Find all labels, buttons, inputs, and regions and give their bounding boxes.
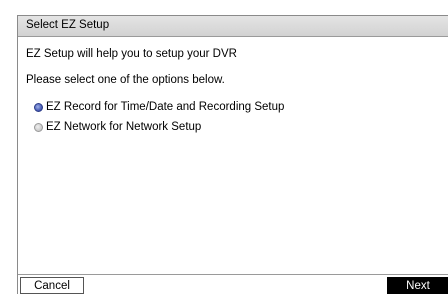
radio-selected-icon[interactable] [34, 102, 43, 112]
option-ez-network[interactable]: EZ Network for Network Setup [34, 120, 201, 134]
radio-unselected-icon[interactable] [34, 122, 43, 132]
cancel-button[interactable]: Cancel [20, 277, 84, 294]
prompt-text: Please select one of the options below. [26, 74, 225, 86]
ez-setup-dialog: Select EZ Setup EZ Setup will help you t… [17, 15, 448, 295]
dialog-button-bar: Cancel Next [18, 274, 448, 295]
option-ez-record-label: EZ Record for Time/Date and Recording Se… [46, 101, 285, 113]
option-ez-record[interactable]: EZ Record for Time/Date and Recording Se… [34, 100, 284, 114]
next-button[interactable]: Next [387, 277, 448, 294]
intro-text: EZ Setup will help you to setup your DVR [26, 48, 237, 60]
dialog-title: Select EZ Setup [26, 19, 110, 31]
option-ez-network-label: EZ Network for Network Setup [46, 121, 202, 133]
dialog-title-bar: Select EZ Setup [18, 16, 448, 37]
